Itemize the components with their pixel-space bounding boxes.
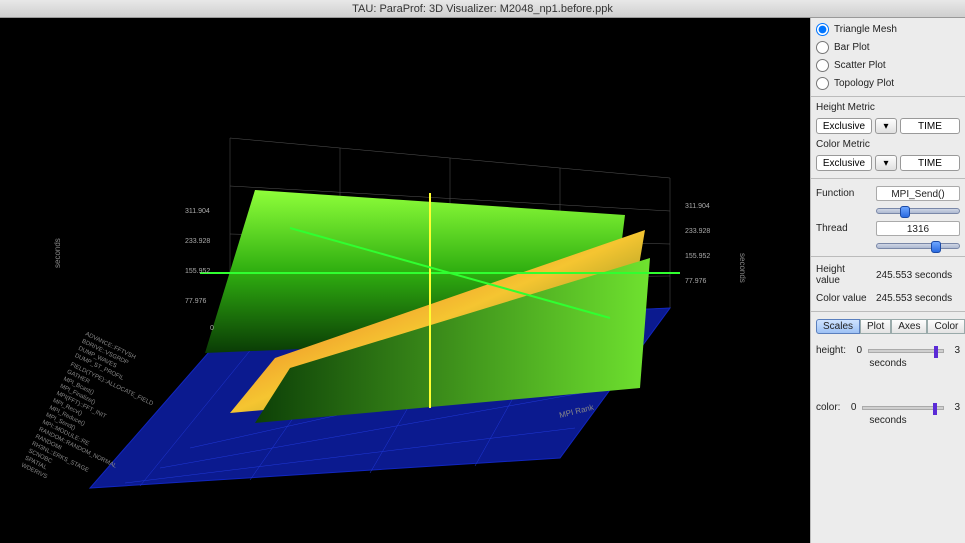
function-slider-thumb[interactable] — [900, 206, 910, 218]
window-titlebar: TAU: ParaProf: 3D Visualizer: M2048_np1.… — [0, 0, 965, 18]
svg-text:155.952: 155.952 — [185, 268, 210, 275]
radio-input[interactable] — [816, 77, 829, 90]
color-value-row: Color value 245.553 seconds — [816, 293, 960, 304]
radio-scatter-plot[interactable]: Scatter Plot — [816, 58, 960, 73]
radio-topology-plot[interactable]: Topology Plot — [816, 76, 960, 91]
separator — [811, 256, 965, 257]
scale-color-min: 0 — [846, 402, 856, 413]
scale-color-block: color: 0 3 seconds — [816, 402, 960, 426]
radio-label: Bar Plot — [834, 42, 870, 53]
color-value: 245.553 seconds — [876, 293, 952, 304]
color-metric-caret[interactable]: ▾ — [875, 155, 897, 171]
height-value: 245.553 seconds — [876, 270, 952, 281]
svg-text:233.928: 233.928 — [185, 238, 210, 245]
color-value-label: Color value — [816, 293, 870, 304]
height-metric-combo[interactable]: TIME — [900, 118, 960, 134]
radio-label: Topology Plot — [834, 78, 894, 89]
scale-height-label: height: — [816, 345, 846, 356]
radio-label: Triangle Mesh — [834, 24, 897, 35]
radio-label: Scatter Plot — [834, 60, 886, 71]
scene-svg: 311.904 233.928 155.952 77.976 0 311.904… — [0, 18, 810, 543]
scale-height-slider[interactable] — [868, 349, 944, 353]
svg-text:233.928: 233.928 — [685, 228, 710, 235]
thread-value: 1316 — [876, 221, 960, 236]
scale-color-slider[interactable] — [862, 406, 944, 410]
scene-svg-wrap: 311.904 233.928 155.952 77.976 0 311.904… — [0, 18, 810, 543]
thread-slider-thumb[interactable] — [931, 241, 941, 253]
scale-color-max: 3 — [950, 402, 960, 413]
radio-input[interactable] — [816, 23, 829, 36]
z-ticks-left: 311.904 233.928 155.952 77.976 0 — [185, 208, 214, 332]
svg-text:0: 0 — [210, 325, 214, 332]
color-metric-row: Exclusive ▾ TIME — [816, 155, 960, 171]
tab-axes[interactable]: Axes — [891, 319, 927, 334]
z-axis-label-left: seconds — [53, 238, 62, 268]
scale-height-thumb[interactable] — [934, 346, 938, 358]
scale-color-unit: seconds — [816, 415, 960, 426]
height-metric-mode-combo[interactable]: Exclusive — [816, 118, 872, 134]
height-metric-label: Height Metric — [816, 102, 960, 113]
function-label: Function — [816, 188, 870, 199]
radio-input[interactable] — [816, 41, 829, 54]
svg-text:311.904: 311.904 — [685, 203, 710, 210]
radio-triangle-mesh[interactable]: Triangle Mesh — [816, 22, 960, 37]
scale-height-unit: seconds — [816, 358, 960, 369]
z-axis-label-right: seconds — [738, 253, 747, 283]
tab-bar: Scales Plot Axes Color R — [816, 319, 960, 334]
tab-plot[interactable]: Plot — [860, 319, 891, 334]
radio-bar-plot[interactable]: Bar Plot — [816, 40, 960, 55]
3d-viewport[interactable]: 311.904 233.928 155.952 77.976 0 311.904… — [0, 18, 810, 543]
tab-color[interactable]: Color — [927, 319, 965, 334]
height-value-label: Height value — [816, 264, 870, 286]
radio-input[interactable] — [816, 59, 829, 72]
color-metric-combo[interactable]: TIME — [900, 155, 960, 171]
height-metric-row: Exclusive ▾ TIME — [816, 118, 960, 134]
color-metric-mode-combo[interactable]: Exclusive — [816, 155, 872, 171]
function-slider[interactable] — [876, 208, 960, 214]
scale-color-label: color: — [816, 402, 840, 413]
color-metric-label: Color Metric — [816, 139, 960, 150]
height-metric-caret[interactable]: ▾ — [875, 118, 897, 134]
svg-text:77.976: 77.976 — [185, 298, 207, 305]
svg-text:77.976: 77.976 — [685, 278, 707, 285]
thread-label: Thread — [816, 223, 870, 234]
function-slider-row — [816, 208, 960, 214]
workspace: 311.904 233.928 155.952 77.976 0 311.904… — [0, 18, 965, 543]
svg-text:155.952: 155.952 — [685, 253, 710, 260]
z-ticks-right: 311.904 233.928 155.952 77.976 — [685, 203, 710, 285]
function-row: Function MPI_Send() — [816, 186, 960, 201]
scale-height-min: 0 — [852, 345, 862, 356]
control-panel: Triangle Mesh Bar Plot Scatter Plot Topo… — [810, 18, 965, 543]
scale-height-block: height: 0 3 seconds — [816, 345, 960, 369]
thread-slider-row — [816, 243, 960, 249]
scale-height-max: 3 — [950, 345, 960, 356]
separator — [811, 311, 965, 312]
separator — [811, 178, 965, 179]
separator — [811, 96, 965, 97]
svg-text:311.904: 311.904 — [185, 208, 210, 215]
tab-scales[interactable]: Scales — [816, 319, 860, 334]
scale-color-thumb[interactable] — [933, 403, 937, 415]
function-value: MPI_Send() — [876, 186, 960, 201]
thread-slider[interactable] — [876, 243, 960, 249]
height-value-row: Height value 245.553 seconds — [816, 264, 960, 286]
thread-row: Thread 1316 — [816, 221, 960, 236]
